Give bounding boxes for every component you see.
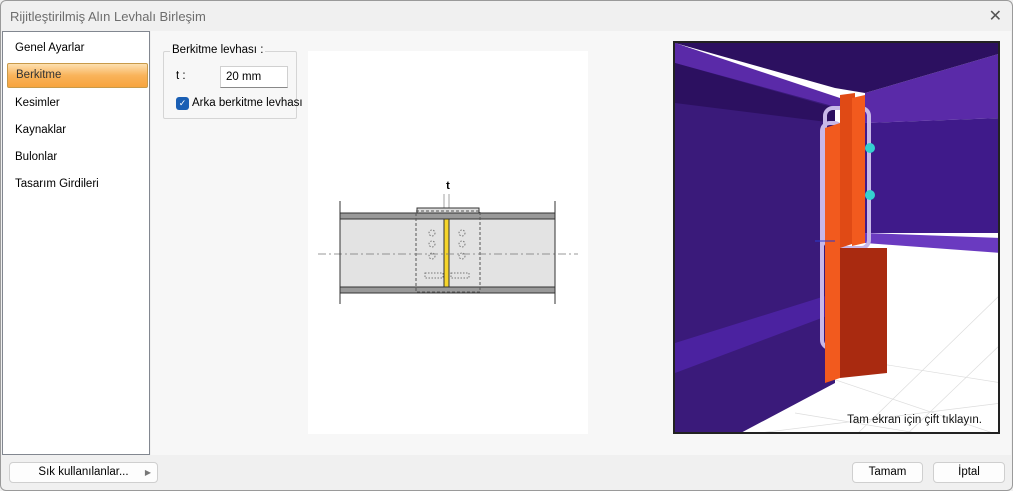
chevron-right-icon: ▶ (144, 468, 151, 477)
thickness-label: t : (176, 70, 186, 82)
thickness-input[interactable]: 20 mm (220, 66, 288, 88)
sidebar: Genel Ayarlar Berkitme Kesimler Kaynakla… (2, 31, 150, 455)
favorites-label: Sık kullanılanlar... (38, 466, 129, 478)
top-flange (339, 212, 556, 220)
stiffener-group-label: Berkitme levhası : (170, 44, 266, 56)
section-drawing: t (308, 51, 588, 434)
window-title: Rijitleştirilmiş Alın Levhalı Birleşim (10, 9, 206, 24)
favorites-button[interactable]: Sık kullanılanlar... ▶ (9, 462, 158, 483)
3d-model-svg (675, 43, 998, 432)
viewport-hint: Tam ekran için çift tıklayın. (847, 414, 982, 426)
sidebar-item-genel-ayarlar[interactable]: Genel Ayarlar (15, 42, 84, 54)
cancel-button[interactable]: İptal (933, 462, 1005, 483)
ok-button[interactable]: Tamam (852, 462, 923, 483)
sidebar-item-tasarim-girdileri[interactable]: Tasarım Girdileri (15, 178, 99, 190)
sidebar-item-berkitme[interactable]: Berkitme (7, 63, 148, 88)
close-icon[interactable]: ✕ (989, 6, 1002, 26)
back-plate-checkbox[interactable]: ✓ (176, 97, 189, 110)
back-plate-label[interactable]: Arka berkitme levhası (192, 97, 303, 109)
dim-label-t: t (446, 180, 450, 192)
sidebar-item-kesimler[interactable]: Kesimler (15, 97, 60, 109)
stiffener-plate (443, 218, 450, 288)
sidebar-item-kaynaklar[interactable]: Kaynaklar (15, 124, 66, 136)
3d-viewport[interactable]: Tam ekran için çift tıklayın. (673, 41, 1000, 434)
sidebar-item-bulonlar[interactable]: Bulonlar (15, 151, 57, 163)
connection-section-svg: t (318, 180, 578, 304)
